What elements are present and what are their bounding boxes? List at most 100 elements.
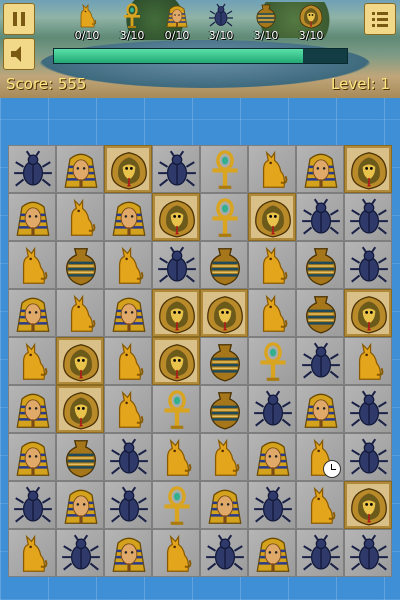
board-tile-scarab[interactable] bbox=[344, 193, 392, 241]
board-tile-cobra[interactable] bbox=[56, 337, 104, 385]
board-tile-scarab[interactable] bbox=[8, 481, 56, 529]
pharaoh-icon bbox=[112, 537, 146, 573]
board-tile-vase[interactable] bbox=[296, 289, 344, 337]
scarab-icon bbox=[301, 342, 341, 379]
goal-scarab: 3/10 bbox=[198, 0, 244, 45]
board-tile-scarab[interactable] bbox=[344, 385, 392, 433]
board-tile-scarab[interactable] bbox=[152, 241, 200, 289]
board-tile-vase[interactable] bbox=[296, 241, 344, 289]
board-tile-pharaoh[interactable] bbox=[8, 433, 56, 481]
board-tile-scarab[interactable] bbox=[152, 145, 200, 193]
pharaoh-icon bbox=[208, 489, 242, 525]
board-tile-cobra[interactable] bbox=[152, 289, 200, 337]
board-tile-cat[interactable] bbox=[8, 241, 56, 289]
scarab-icon bbox=[157, 150, 197, 187]
cobra-icon bbox=[350, 295, 388, 334]
board-tile-cat[interactable] bbox=[200, 433, 248, 481]
board-tile-pharaoh[interactable] bbox=[200, 481, 248, 529]
vase-icon bbox=[209, 247, 241, 287]
board-tile-cobra[interactable] bbox=[152, 193, 200, 241]
board-tile-pharaoh[interactable] bbox=[8, 385, 56, 433]
board-tile-cat[interactable] bbox=[344, 337, 392, 385]
board-tile-pharaoh[interactable] bbox=[56, 145, 104, 193]
scarab-icon bbox=[253, 486, 293, 523]
board-tile-cat[interactable] bbox=[248, 241, 296, 289]
board-tile-scarab[interactable] bbox=[296, 529, 344, 577]
cat-icon bbox=[118, 343, 144, 381]
board-tile-pharaoh[interactable] bbox=[296, 145, 344, 193]
board-tile-pharaoh[interactable] bbox=[296, 385, 344, 433]
board-tile-cat[interactable] bbox=[8, 529, 56, 577]
board-tile-ankh[interactable] bbox=[200, 145, 248, 193]
cat-icon bbox=[22, 535, 48, 573]
board-tile-cobra[interactable] bbox=[56, 385, 104, 433]
board-tile-pharaoh[interactable] bbox=[248, 433, 296, 481]
board-tile-vase[interactable] bbox=[200, 337, 248, 385]
cat-icon bbox=[118, 247, 144, 285]
board-tile-cat[interactable] bbox=[152, 433, 200, 481]
board-tile-vase[interactable] bbox=[56, 433, 104, 481]
scarab-icon bbox=[349, 390, 389, 427]
goal-ankh: 3/10 bbox=[109, 0, 155, 45]
board-tile-cat[interactable] bbox=[56, 289, 104, 337]
pause-button[interactable] bbox=[3, 3, 35, 35]
board-tile-cat[interactable] bbox=[296, 433, 344, 481]
board-tile-cat[interactable] bbox=[248, 289, 296, 337]
board-tile-cobra[interactable] bbox=[200, 289, 248, 337]
board-tile-scarab[interactable] bbox=[344, 433, 392, 481]
board-tile-ankh[interactable] bbox=[152, 385, 200, 433]
cat-icon bbox=[80, 4, 97, 28]
cat-icon bbox=[262, 247, 288, 285]
scarab-icon bbox=[208, 3, 234, 27]
board-tile-cobra[interactable] bbox=[104, 145, 152, 193]
board-tile-cat[interactable] bbox=[248, 145, 296, 193]
pause-icon bbox=[13, 12, 25, 26]
board-tile-scarab[interactable] bbox=[296, 337, 344, 385]
board-tile-scarab[interactable] bbox=[344, 241, 392, 289]
board-tile-cobra[interactable] bbox=[152, 337, 200, 385]
goal-pharaoh: 0/10 bbox=[154, 0, 200, 45]
sound-button[interactable] bbox=[3, 38, 35, 70]
board-tile-scarab[interactable] bbox=[56, 529, 104, 577]
board-tile-cat[interactable] bbox=[104, 337, 152, 385]
board-tile-pharaoh[interactable] bbox=[104, 193, 152, 241]
board-tile-scarab[interactable] bbox=[296, 193, 344, 241]
board-tile-scarab[interactable] bbox=[8, 145, 56, 193]
board-tile-pharaoh[interactable] bbox=[56, 481, 104, 529]
board-tile-cat[interactable] bbox=[56, 193, 104, 241]
board-tile-cobra[interactable] bbox=[344, 289, 392, 337]
board-tile-scarab[interactable] bbox=[104, 433, 152, 481]
board-tile-cat[interactable] bbox=[296, 481, 344, 529]
menu-button[interactable] bbox=[364, 3, 396, 35]
board-tile-scarab[interactable] bbox=[200, 529, 248, 577]
board-tile-scarab[interactable] bbox=[248, 481, 296, 529]
board-tile-ankh[interactable] bbox=[248, 337, 296, 385]
board-tile-cat[interactable] bbox=[104, 241, 152, 289]
board-tile-ankh[interactable] bbox=[152, 481, 200, 529]
board-tile-vase[interactable] bbox=[200, 385, 248, 433]
board-tile-cat[interactable] bbox=[8, 337, 56, 385]
board-tile-pharaoh[interactable] bbox=[8, 289, 56, 337]
board-tile-scarab[interactable] bbox=[248, 385, 296, 433]
board-tile-pharaoh[interactable] bbox=[248, 529, 296, 577]
board-tile-scarab[interactable] bbox=[104, 481, 152, 529]
pharaoh-icon bbox=[16, 297, 50, 333]
board-tile-pharaoh[interactable] bbox=[8, 193, 56, 241]
pharaoh-icon bbox=[64, 153, 98, 189]
board-tile-scarab[interactable] bbox=[344, 529, 392, 577]
board-tile-vase[interactable] bbox=[200, 241, 248, 289]
board-tile-cobra[interactable] bbox=[344, 481, 392, 529]
pharaoh-icon bbox=[304, 153, 338, 189]
pharaoh-icon bbox=[16, 441, 50, 477]
board-tile-pharaoh[interactable] bbox=[104, 529, 152, 577]
board-tile-ankh[interactable] bbox=[200, 193, 248, 241]
cobra-icon bbox=[158, 343, 196, 382]
board-tile-cobra[interactable] bbox=[344, 145, 392, 193]
board-tile-vase[interactable] bbox=[56, 241, 104, 289]
scarab-icon bbox=[349, 534, 389, 571]
cat-icon bbox=[166, 535, 192, 573]
board-tile-pharaoh[interactable] bbox=[104, 289, 152, 337]
board-tile-cat[interactable] bbox=[104, 385, 152, 433]
board-tile-cobra[interactable] bbox=[248, 193, 296, 241]
board-tile-cat[interactable] bbox=[152, 529, 200, 577]
